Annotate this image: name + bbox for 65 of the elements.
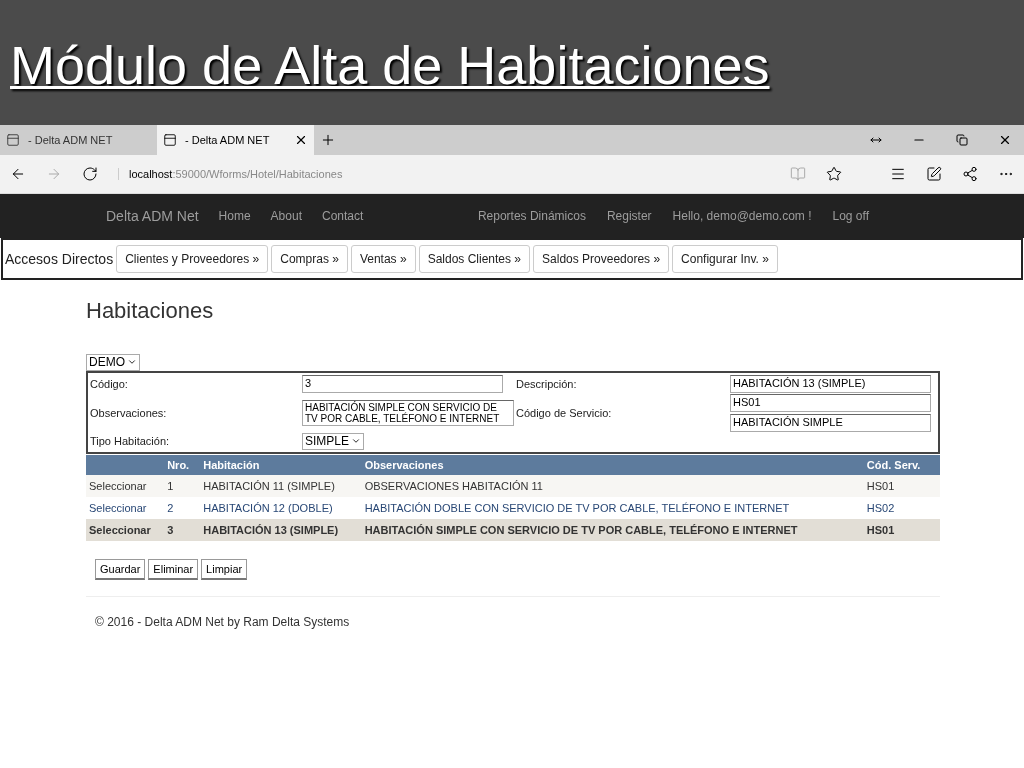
nav-link[interactable]: About [270,209,302,223]
nav-link[interactable]: Hello, demo@demo.com ! [672,209,812,223]
shortcut-button[interactable]: Saldos Proveedores » [533,245,670,273]
form-button[interactable]: Guardar [95,558,146,580]
restore-icon[interactable] [956,134,968,146]
input-field[interactable]: HABITACIÓN SIMPLE [730,413,931,432]
chevron-icon [127,357,137,367]
column-header: Nro. [164,454,201,475]
field-label: Código: [90,377,129,390]
form-button[interactable]: Limpiar [201,558,248,580]
nav-link[interactable]: Contact [321,209,364,223]
table-cell: HABITACIÓN 11 (SIMPLE) [200,474,362,497]
shortcuts-label: Accesos Directos [5,251,114,267]
menu-icon[interactable] [890,166,906,182]
close-icon[interactable] [294,133,308,147]
column-header: Habitación [200,454,362,475]
table-cell: HABITACIÓN 13 (SIMPLE) [200,518,362,541]
select-link[interactable]: Seleccionar [89,479,147,492]
input-field[interactable]: HS01 [730,393,931,412]
column-header: Observaciones [361,454,864,475]
shortcut-button[interactable]: Ventas » [350,245,416,273]
note-icon[interactable] [926,166,942,182]
shortcut-button[interactable]: Saldos Clientes » [418,245,531,273]
footer-text: © 2016 - Delta ADM Net by Ram Delta Systems [95,614,351,629]
shortcut-button[interactable]: Configurar Inv. » [672,245,778,273]
table-cell: 3 [164,518,201,541]
select-link[interactable]: Seleccionar [89,523,151,536]
page-icon [163,133,177,147]
tab-title: - Delta ADM NET [28,134,113,146]
select-link[interactable]: Seleccionar [89,501,147,514]
url-field[interactable]: localhost:59000/Wforms/Hotel/Habitaciones [118,168,770,180]
company-select[interactable]: DEMO [86,353,140,371]
new-tab-icon[interactable] [320,132,336,148]
brand-link[interactable]: Delta ADM Net [106,208,199,224]
shortcut-button[interactable]: Clientes y Proveedores » [116,245,269,273]
back-icon[interactable] [10,166,26,182]
favorite-icon[interactable] [826,166,842,182]
browser-tab[interactable]: - Delta ADM NET [157,125,314,155]
input-field[interactable]: 3 [302,374,503,393]
nav-link[interactable]: Log off [832,209,869,223]
field-label: Tipo Habitación: [90,435,171,447]
field-label: Código de Servicio: [516,406,613,419]
field-label: Descripción: [516,377,578,390]
refresh-icon[interactable] [82,166,98,182]
type-select[interactable]: SIMPLE [302,432,364,450]
column-header: Cód. Serv. [863,454,940,475]
nav-link[interactable]: Reportes Dinámicos [477,209,586,223]
nav-link[interactable]: Home [218,209,251,223]
nav-link[interactable]: Register [606,209,652,223]
browser-tab[interactable]: - Delta ADM NET [0,125,157,155]
page-icon [6,133,20,147]
page-heading: Habitaciones [86,298,215,324]
share-icon[interactable] [962,166,978,182]
tab-title: - Delta ADM NET [185,134,270,146]
table-cell: OBSERVACIONES HABITACIÓN 11 [361,474,864,497]
field-label: Observaciones: [90,406,168,419]
chevron-icon [351,436,361,446]
slide-title: Módulo de Alta de Habitaciones [10,34,770,96]
close-icon[interactable] [998,133,1012,147]
text-area[interactable]: HABITACIÓN SIMPLE CON SERVICIO DE TV POR CABLE, TELÉFONO E INTERNET [302,399,514,426]
input-field[interactable]: HABITACIÓN 13 (SIMPLE) [730,374,931,393]
form-button[interactable]: Eliminar [148,558,199,580]
table-cell: 1 [164,474,201,497]
shortcut-button[interactable]: Compras » [271,245,348,273]
table-cell: HABITACIÓN SIMPLE CON SERVICIO DE TV POR CABLE, TELÉFONO E INTERNET [361,518,864,541]
